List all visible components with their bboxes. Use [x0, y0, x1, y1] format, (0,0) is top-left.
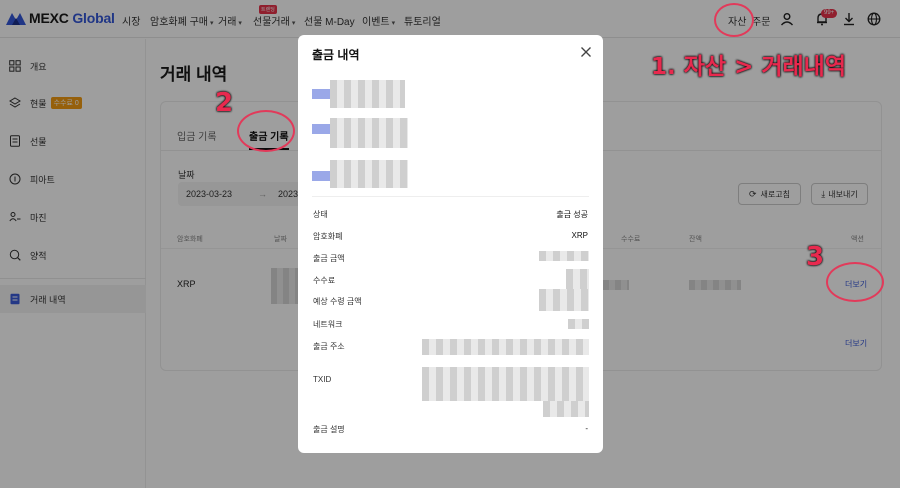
blurred-withdraw-amount [539, 251, 589, 261]
label-description: 출금 설명 [313, 425, 345, 434]
annotation-step1: 1. 자산 > 거래내역 [651, 54, 846, 80]
blurred-expected-amount [539, 289, 589, 311]
blurred-summary-marker [312, 171, 330, 181]
blurred-fee-value [566, 269, 589, 291]
modal-title: 출금 내역 [312, 48, 360, 62]
annotation-step2: 2 [215, 88, 234, 118]
value-coin: XRP [571, 231, 588, 240]
label-withdraw-amount: 출금 금액 [313, 254, 345, 263]
value-description: - [585, 424, 588, 433]
blurred-txid-tail [543, 401, 589, 417]
blurred-summary-marker [312, 124, 330, 134]
blurred-summary-3 [330, 160, 408, 188]
label-fee: 수수료 [313, 276, 336, 285]
annotation-circle-assets [714, 3, 754, 37]
label-network: 네트워크 [313, 320, 343, 329]
blurred-summary-1 [330, 80, 405, 108]
label-txid: TXID [313, 375, 332, 384]
label-withdraw-address: 출금 주소 [313, 342, 345, 351]
annotation-circle-more [826, 262, 884, 302]
blurred-txid [422, 367, 589, 401]
close-icon[interactable] [579, 45, 593, 59]
withdraw-detail-modal: 출금 내역 상태 출금 성공 암호화폐 XRP 출금 금액 수수료 예상 수령 … [298, 35, 603, 453]
annotation-circle-tab [237, 110, 295, 152]
annotation-step3: 3 [806, 242, 825, 272]
value-status: 출금 성공 [556, 210, 588, 219]
label-status: 상태 [313, 210, 328, 219]
blurred-summary-2 [330, 118, 408, 148]
blurred-summary-marker [312, 89, 330, 99]
modal-divider [312, 196, 589, 197]
label-expected-amount: 예상 수령 금액 [313, 297, 362, 306]
blurred-address [422, 339, 589, 355]
blurred-network [568, 319, 589, 329]
label-coin: 암호화폐 [313, 232, 343, 241]
